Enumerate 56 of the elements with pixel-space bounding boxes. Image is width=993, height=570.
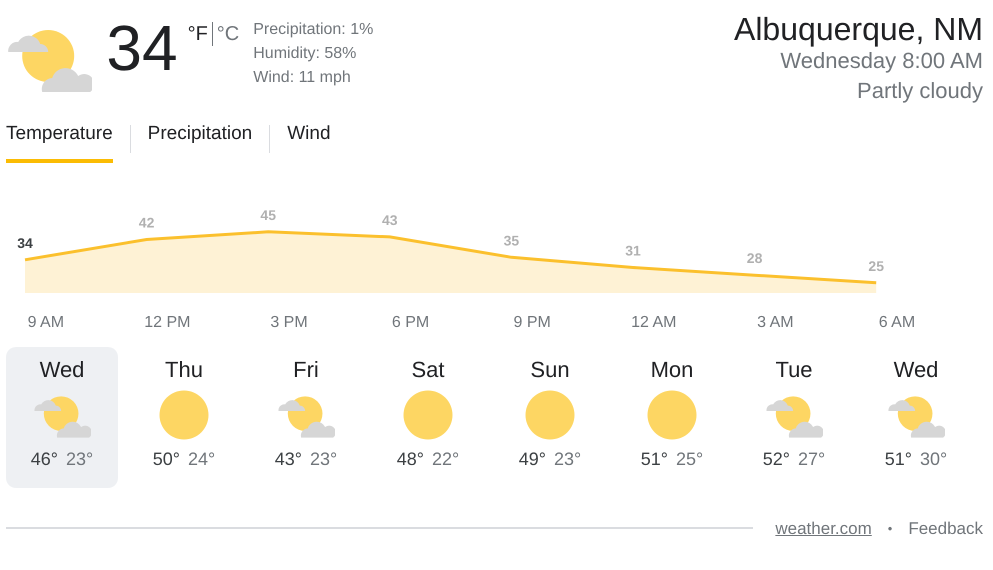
tab[interactable]: Wind — [287, 116, 331, 162]
high-temperature: 48° — [396, 448, 424, 470]
time-label: 12 AM — [631, 312, 676, 332]
weather-detail: Precipitation: 1% — [253, 20, 374, 40]
unit-toggle[interactable]: °C — [216, 24, 240, 44]
day-name: Thu — [165, 356, 203, 384]
time-label: 3 PM — [270, 312, 308, 332]
high-temperature: 49° — [518, 448, 546, 470]
low-temperature: 30° — [920, 448, 948, 470]
temperature-label: 42 — [138, 214, 154, 230]
current-temperature: 34 — [106, 16, 178, 80]
time-label: 3 AM — [757, 312, 794, 332]
time-label: 6 PM — [392, 312, 430, 332]
temperature-label: 31 — [625, 242, 641, 258]
low-temperature: 25° — [676, 448, 704, 470]
day-forecast[interactable]: Wed 46° 23° — [6, 346, 118, 488]
day-name: Wed — [894, 356, 938, 384]
source-link[interactable]: weather.com — [775, 516, 872, 541]
high-temperature: 50° — [152, 448, 180, 470]
temperature-label: 45 — [260, 206, 276, 222]
temperature-label: 34 — [17, 234, 33, 250]
low-temperature: 27° — [798, 448, 826, 470]
tab[interactable]: Precipitation — [148, 116, 252, 162]
day-name: Sat — [411, 356, 445, 384]
high-temperature: 43° — [274, 448, 302, 470]
low-temperature: 22° — [432, 448, 460, 470]
time-label: 12 PM — [144, 312, 191, 332]
high-temperature: 46° — [30, 448, 58, 470]
low-temperature: 23° — [554, 448, 582, 470]
time-label: 9 PM — [514, 312, 551, 332]
weather-detail: Wind: 11 mph — [253, 68, 352, 88]
day-name: Tue — [775, 356, 813, 384]
day-name: Mon — [650, 356, 694, 384]
time-label: 9 AM — [28, 312, 64, 332]
time-label: 6 AM — [878, 312, 916, 332]
day-name: Fri — [293, 356, 319, 384]
condition-text: Partly cloudy — [857, 77, 983, 105]
low-temperature: 23° — [310, 448, 338, 470]
low-temperature: 23° — [66, 448, 94, 470]
high-temperature: 51° — [884, 448, 912, 470]
temperature-label: 35 — [504, 232, 520, 248]
tab[interactable]: Temperature — [6, 116, 113, 162]
temperature-label: 28 — [746, 250, 762, 266]
separator-dot: • — [888, 520, 892, 538]
weather-detail: Humidity: 58% — [253, 44, 358, 64]
high-temperature: 51° — [640, 448, 668, 470]
low-temperature: 24° — [188, 448, 216, 470]
day-name: Wed — [40, 356, 84, 384]
date-time: Wednesday 8:00 AM — [780, 47, 983, 75]
high-temperature: 52° — [762, 448, 790, 470]
location-title: Albuquerque, NM — [734, 12, 983, 46]
temperature-label: 25 — [868, 257, 884, 274]
day-name: Sun — [530, 356, 570, 384]
feedback-link[interactable]: Feedback — [908, 516, 983, 541]
temperature-label: 43 — [382, 211, 398, 228]
unit-toggle[interactable]: °F — [188, 24, 208, 44]
